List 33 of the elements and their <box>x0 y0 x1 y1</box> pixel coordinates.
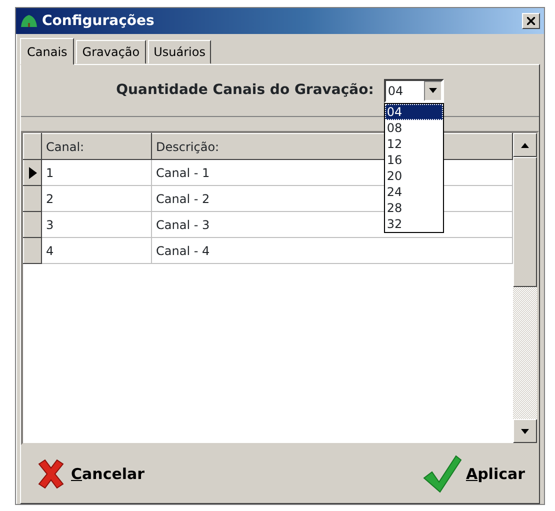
tab[interactable]: Usuários <box>148 40 212 64</box>
table-cell: 2 <box>42 186 152 212</box>
tree-icon <box>20 14 38 28</box>
up-arrow-icon <box>521 142 529 148</box>
row-header[interactable] <box>24 186 42 212</box>
row-header[interactable] <box>24 238 42 264</box>
scrollbar[interactable] <box>513 133 537 443</box>
dropdown-option[interactable]: 04 <box>384 104 443 120</box>
dropdown-option[interactable]: 12 <box>384 136 443 152</box>
dropdown-option[interactable]: 08 <box>384 120 443 136</box>
check-icon <box>422 454 462 494</box>
table-cell: 3 <box>42 212 152 238</box>
apply-button[interactable]: Aplicar <box>420 452 527 496</box>
tab[interactable]: Gravação <box>76 40 146 64</box>
quantity-label: Quantidade Canais do Gravação: <box>116 81 374 100</box>
caret-icon <box>428 88 437 93</box>
close-icon <box>527 17 535 25</box>
row-header[interactable] <box>24 160 42 186</box>
column-header: Canal: <box>42 134 152 160</box>
row-header[interactable] <box>24 212 42 238</box>
table-cell: 4 <box>42 238 152 264</box>
cancel-button[interactable]: Cancelar <box>33 456 147 492</box>
table-cell: 1 <box>42 160 152 186</box>
down-arrow-icon <box>521 428 529 434</box>
dropdown-option[interactable]: 28 <box>384 200 443 216</box>
dropdown-option[interactable]: 20 <box>384 168 443 184</box>
dropdown-option[interactable]: 32 <box>384 216 443 232</box>
window-title: Configurações <box>42 12 154 30</box>
current-row-icon <box>28 166 36 178</box>
tab[interactable]: Canais <box>20 38 74 65</box>
close-button[interactable] <box>522 13 540 29</box>
table-cell: Canal - 4 <box>152 238 512 264</box>
dropdown-option[interactable]: 24 <box>384 184 443 200</box>
